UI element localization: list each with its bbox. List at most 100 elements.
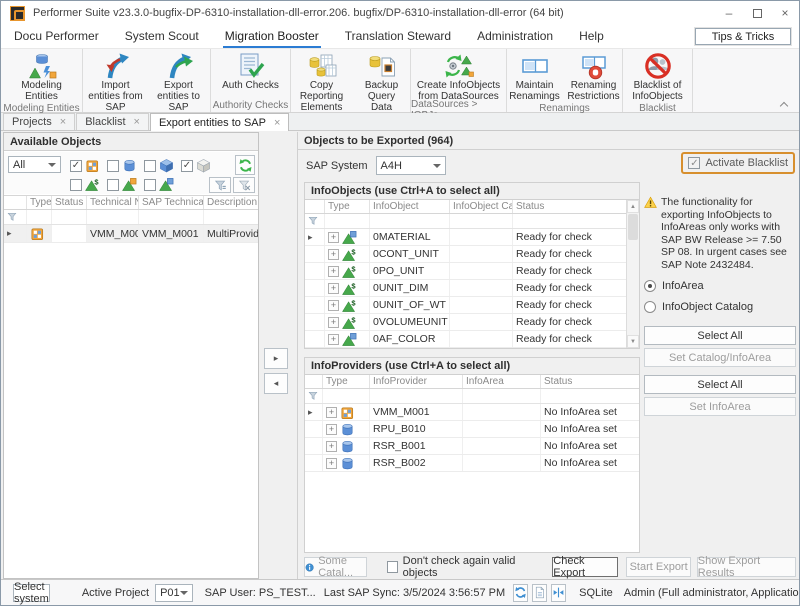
copy-reporting-elements-button[interactable]: Copy Reporting Elements	[292, 51, 352, 114]
column-header[interactable]: InfoProvider	[370, 375, 463, 388]
filter-infocube[interactable]	[107, 158, 137, 173]
scrollbar-thumb[interactable]	[628, 214, 638, 240]
column-header[interactable]: Type	[325, 200, 370, 213]
active-project-combo[interactable]: P01	[155, 584, 193, 602]
refresh-button[interactable]	[235, 155, 255, 175]
filter-row[interactable]	[4, 210, 258, 225]
expand-plus-icon[interactable]: +	[328, 300, 339, 311]
show-export-results-button[interactable]: Show Export Results	[697, 557, 796, 577]
table-row[interactable]: + 0CONT_UNIT Ready for check	[305, 246, 639, 263]
maximize-button[interactable]	[743, 1, 771, 25]
expand-plus-icon[interactable]: +	[326, 458, 337, 469]
menu-help[interactable]: Help	[577, 25, 606, 48]
characteristic-checkbox[interactable]	[144, 179, 156, 191]
table-row[interactable]: + RPU_B010 No InfoArea set	[305, 421, 639, 438]
filter-unit[interactable]	[107, 177, 137, 192]
dont-check-option[interactable]: Don't check again valid objects	[387, 555, 541, 579]
filter-row[interactable]	[305, 389, 639, 404]
minimize-button[interactable]: –	[715, 1, 743, 25]
dont-check-checkbox[interactable]	[387, 561, 398, 573]
table-row[interactable]: + 0UNIT_DIM Ready for check	[305, 280, 639, 297]
move-left-button[interactable]: ◂	[264, 373, 288, 394]
table-row[interactable]: + RSR_B002 No InfoArea set	[305, 455, 639, 472]
expand-plus-icon[interactable]: +	[328, 334, 339, 345]
infoobject-catalog-radio-option[interactable]: InfoObject Catalog	[644, 301, 796, 313]
expand-plus-icon[interactable]: +	[328, 249, 339, 260]
filter-characteristic[interactable]	[144, 177, 174, 192]
import-entities-button[interactable]: Import entities from SAP	[85, 51, 147, 114]
set-catalog-infoarea-button[interactable]: Set Catalog/InfoArea	[644, 348, 796, 367]
activate-blacklist-checkbox[interactable]: ✓	[688, 157, 700, 169]
keyfigure-checkbox[interactable]	[70, 179, 82, 191]
table-row[interactable]: ▸ VMM_M001 VMM_M001 MultiProvide...	[4, 225, 258, 243]
column-header[interactable]: InfoArea	[463, 375, 541, 388]
infoobjects-select-all-button[interactable]: Select All	[644, 326, 796, 345]
menu-docu-performer[interactable]: Docu Performer	[12, 25, 101, 48]
infoarea-radio[interactable]	[644, 280, 656, 292]
log-document-button[interactable]	[532, 584, 547, 602]
backup-query-data-button[interactable]: Backup Query Data	[354, 51, 410, 114]
unit-checkbox[interactable]	[107, 179, 119, 191]
compositeprovider-checkbox[interactable]: ✓	[181, 160, 193, 172]
scroll-up-icon[interactable]: ▲	[627, 200, 639, 213]
column-header[interactable]: InfoObject	[370, 200, 450, 213]
table-row[interactable]: ▸ + 0MATERIAL Ready for check	[305, 229, 639, 246]
table-row[interactable]: + 0AF_COLOR Ready for check	[305, 331, 639, 348]
table-row[interactable]: + 0PO_UNIT Ready for check	[305, 263, 639, 280]
expand-plus-icon[interactable]: +	[326, 424, 337, 435]
type-filter-combo[interactable]: All	[8, 156, 61, 173]
infoobjects-scrollbar[interactable]: ▲ ▼	[626, 200, 639, 348]
tab-close-icon[interactable]: ×	[60, 116, 66, 128]
ribbon-collapse-icon[interactable]	[780, 100, 789, 109]
auth-checks-button[interactable]: Auth Checks	[214, 51, 288, 99]
tab-blacklist[interactable]: Blacklist ×	[76, 113, 149, 130]
sap-system-combo[interactable]: A4H	[376, 156, 446, 175]
expand-plus-icon[interactable]: +	[326, 407, 337, 418]
sync-button[interactable]	[513, 584, 528, 602]
set-infoarea-button[interactable]: Set InfoArea	[644, 397, 796, 416]
filter-dso[interactable]	[144, 158, 174, 173]
select-system-button[interactable]: Select system	[13, 584, 50, 602]
menu-migration-booster[interactable]: Migration Booster	[223, 25, 321, 48]
column-header[interactable]: Status	[52, 196, 87, 209]
menu-translation-steward[interactable]: Translation Steward	[343, 25, 453, 48]
menu-system-scout[interactable]: System Scout	[123, 25, 201, 48]
filter-row[interactable]	[305, 214, 639, 229]
expand-plus-icon[interactable]: +	[326, 441, 337, 452]
filter-keyfigure[interactable]	[70, 177, 100, 192]
filter-multiprovider[interactable]: ✓	[70, 158, 100, 173]
infoobject-catalog-radio[interactable]	[644, 301, 656, 313]
dso-checkbox[interactable]	[144, 160, 156, 172]
start-export-button[interactable]: Start Export	[626, 557, 690, 577]
table-row[interactable]: + RSR_B001 No InfoArea set	[305, 438, 639, 455]
tab-close-icon[interactable]: ×	[274, 117, 280, 129]
edit-filter-button[interactable]	[209, 177, 231, 193]
expand-plus-icon[interactable]: +	[328, 266, 339, 277]
tips-and-tricks-button[interactable]: Tips & Tricks	[695, 28, 791, 45]
modeling-entities-button[interactable]: Modeling Entities	[6, 51, 78, 103]
column-header[interactable]: Type	[323, 375, 370, 388]
some-catalogs-button[interactable]: Some Catal...	[304, 557, 367, 577]
column-header[interactable]: Technical N...	[87, 196, 139, 209]
tab-export-entities[interactable]: Export entities to SAP ×	[150, 113, 289, 131]
column-header[interactable]: SAP Technical ...	[139, 196, 204, 209]
infoarea-radio-option[interactable]: InfoArea	[644, 280, 796, 292]
filter-compositeprovider[interactable]: ✓	[181, 158, 211, 173]
move-right-button[interactable]: ▸	[264, 348, 288, 369]
maintain-renamings-button[interactable]: Maintain Renamings	[507, 51, 563, 103]
expand-plus-icon[interactable]: +	[328, 283, 339, 294]
check-export-button[interactable]: Check Export	[552, 557, 618, 577]
menu-administration[interactable]: Administration	[475, 25, 555, 48]
table-row[interactable]: + 0VOLUMEUNIT Ready for check	[305, 314, 639, 331]
renaming-restrictions-button[interactable]: Renaming Restrictions	[565, 51, 623, 103]
infocube-checkbox[interactable]	[107, 160, 119, 172]
clear-filter-button[interactable]	[233, 177, 255, 193]
expand-plus-icon[interactable]: +	[328, 317, 339, 328]
tab-close-icon[interactable]: ×	[134, 116, 140, 128]
export-entities-button[interactable]: Export entities to SAP	[149, 51, 209, 114]
tab-projects[interactable]: Projects ×	[3, 113, 75, 130]
column-header[interactable]: Description ...	[204, 196, 258, 209]
multiprovider-checkbox[interactable]: ✓	[70, 160, 82, 172]
column-header[interactable]: Type	[27, 196, 52, 209]
table-row[interactable]: + 0UNIT_OF_WT Ready for check	[305, 297, 639, 314]
